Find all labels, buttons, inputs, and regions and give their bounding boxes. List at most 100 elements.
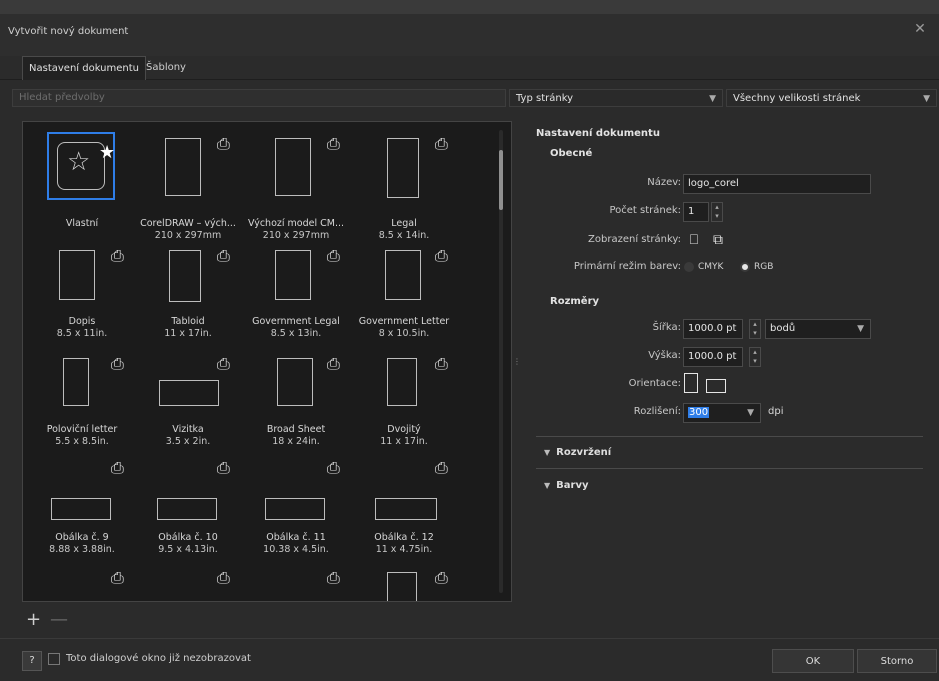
printer-icon: ⎙ <box>217 458 230 477</box>
radio-dot <box>684 261 694 272</box>
preset-name: Broad Sheet <box>266 424 326 435</box>
chevron-down-icon: ▼ <box>857 324 864 334</box>
preset-tile[interactable]: ⎙ Government Letter 8 x 10.5in. <box>351 244 457 356</box>
radio-cmyk-label: CMYK <box>698 262 724 272</box>
preset-tile[interactable]: ⎙ Dvojitý 11 x 17in. <box>351 354 457 466</box>
orientation-label: Orientace: <box>628 378 681 389</box>
page-type-select[interactable]: Typ stránky ▼ <box>509 89 723 107</box>
height-stepper[interactable]: ▴ ▾ <box>749 347 761 367</box>
tab-document-settings[interactable]: Nastavení dokumentu <box>22 56 147 80</box>
page-thumbnail <box>375 498 437 520</box>
preset-tile[interactable]: ⎙ Government Legal 8.5 x 13in. <box>243 244 349 356</box>
preset-tile[interactable]: ⎙ Vizitka 3.5 x 2in. <box>135 354 241 466</box>
dimensions-heading: Rozměry <box>550 296 600 307</box>
favorite-star-icon[interactable]: ★ <box>99 142 115 163</box>
colors-section-toggle[interactable]: ▼ Barvy <box>544 480 589 491</box>
width-input[interactable]: 1000.0 pt <box>683 319 743 339</box>
chevron-down-icon: ▼ <box>709 94 716 104</box>
scrollbar-thumb[interactable] <box>499 150 503 210</box>
resolution-label: Rozlišení: <box>633 406 681 417</box>
preset-tile[interactable]: ⎙ Dopis 8.5 x 11in. <box>29 244 135 356</box>
preset-scrollbar[interactable] <box>499 130 503 593</box>
help-button[interactable]: ? <box>22 651 42 671</box>
page-thumbnail <box>387 358 417 406</box>
preset-name: Tabloid <box>171 316 205 327</box>
preset-size: 8.5 x 13in. <box>270 328 322 339</box>
preset-tile[interactable]: ⎙ Obálka č. 12 11 x 4.75in. <box>351 458 457 570</box>
layout-section-label: Rozvržení <box>556 447 612 458</box>
preset-name: Obálka č. 9 <box>55 532 109 543</box>
radio-dot-selected <box>740 261 750 272</box>
page-thumbnail <box>385 250 421 300</box>
preset-tile[interactable]: ⎙ CorelDRAW – vých... 210 x 297mm <box>135 132 241 244</box>
printer-icon: ⎙ <box>327 458 340 477</box>
page-thumbnail <box>157 498 217 520</box>
radio-cmyk[interactable]: CMYK <box>684 260 723 274</box>
document-name-input[interactable]: logo_corel <box>683 174 871 194</box>
preset-size: 210 x 297mm <box>262 230 330 241</box>
preset-tile[interactable]: ⎙ Broad Sheet 18 x 24in. <box>243 354 349 466</box>
general-heading: Obecné <box>550 148 593 159</box>
page-count-input[interactable]: 1 <box>683 202 709 222</box>
splitter-handle[interactable]: ⋮ <box>513 357 521 367</box>
preset-name: Dopis <box>68 316 96 327</box>
preset-name: Obálka č. 12 <box>374 532 434 543</box>
dont-show-checkbox[interactable] <box>48 653 60 665</box>
preset-size: 8.5 x 11in. <box>56 328 108 339</box>
units-select[interactable]: bodů ▼ <box>765 319 871 339</box>
preset-name: Výchozí model CM... <box>247 218 345 229</box>
preset-tile[interactable]: ⎙ Legal 8.5 x 14in. <box>351 132 457 244</box>
printer-icon: ⎙ <box>435 134 448 153</box>
dont-show-label[interactable]: Toto dialogové okno již nezobrazovat <box>66 653 251 664</box>
page-thumbnail <box>59 250 95 300</box>
add-preset-icon[interactable]: + <box>26 609 41 630</box>
app-strip <box>0 0 939 14</box>
page-thumbnail <box>169 250 201 302</box>
page-thumbnail <box>51 498 111 520</box>
ok-button[interactable]: OK <box>772 649 854 673</box>
dialog-footer: ? Toto dialogové okno již nezobrazovat O… <box>0 638 939 681</box>
remove-preset-icon[interactable]: — <box>50 609 68 630</box>
multi-page-icon[interactable]: ⧉ <box>708 230 728 250</box>
preset-tile-custom[interactable]: ☆ ★ Vlastní <box>29 132 135 244</box>
preset-name: Legal <box>391 218 417 229</box>
star-outline-icon: ☆ <box>67 147 91 177</box>
printer-icon: ⎙ <box>327 354 340 373</box>
page-sizes-select[interactable]: Všechny velikosti stránek ▼ <box>726 89 937 107</box>
height-input[interactable]: 1000.0 pt <box>683 347 743 367</box>
portrait-icon[interactable] <box>684 373 698 393</box>
preset-size: 5.5 x 8.5in. <box>55 436 109 447</box>
preset-size: 8.88 x 3.88in. <box>49 544 115 555</box>
preset-search-input[interactable]: Hledat předvolby <box>12 89 506 107</box>
landscape-icon[interactable] <box>706 379 726 393</box>
resolution-value: 300 <box>688 407 710 418</box>
page-thumbnail <box>275 138 311 196</box>
width-stepper[interactable]: ▴ ▾ <box>749 319 761 339</box>
chevron-down-icon: ▼ <box>923 94 930 104</box>
preset-size: 210 x 297mm <box>154 230 222 241</box>
preset-tile[interactable]: ⎙ Obálka č. 9 8.88 x 3.88in. <box>29 458 135 570</box>
preset-size: 11 x 4.75in. <box>375 544 433 555</box>
page-thumbnail <box>165 138 201 196</box>
preset-size: 11 x 17in. <box>380 436 428 447</box>
tab-templates[interactable]: Šablony <box>140 56 192 80</box>
pages-label: Počet stránek: <box>609 205 681 216</box>
preset-tile[interactable]: ⎙ Poloviční letter 5.5 x 8.5in. <box>29 354 135 466</box>
cancel-button[interactable]: Storno <box>857 649 937 673</box>
preset-tile[interactable]: ⎙ Výchozí model CM... 210 x 297mm <box>243 132 349 244</box>
triangle-down-icon: ▼ <box>544 448 551 457</box>
preset-tile[interactable]: ⎙ Tabloid 11 x 17in. <box>135 244 241 356</box>
radio-rgb[interactable]: RGB <box>740 260 773 274</box>
preset-name: Vlastní <box>65 218 99 229</box>
preset-tile[interactable]: ⎙ Obálka č. 10 9.5 x 4.13in. <box>135 458 241 570</box>
layout-section-toggle[interactable]: ▼ Rozvržení <box>544 447 611 458</box>
close-icon[interactable]: ✕ <box>911 20 929 38</box>
printer-icon: ⎙ <box>217 354 230 373</box>
height-label: Výška: <box>648 350 681 361</box>
page-type-label: Typ stránky <box>516 93 574 104</box>
preset-tile[interactable]: ⎙ Obálka č. 11 10.38 x 4.5in. <box>243 458 349 570</box>
resolution-select[interactable]: 300 ▼ <box>683 403 761 423</box>
single-page-icon[interactable]: ⎕ <box>684 230 704 250</box>
page-count-stepper[interactable]: ▴ ▾ <box>711 202 723 222</box>
preset-size: 18 x 24in. <box>272 436 320 447</box>
